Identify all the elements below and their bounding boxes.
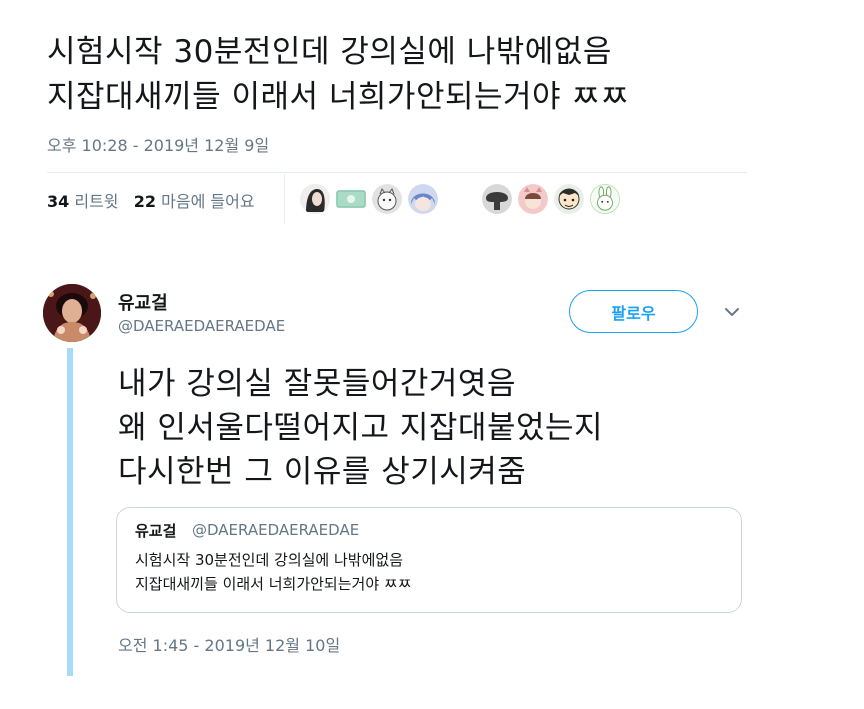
divider: [47, 172, 747, 173]
quote-author-handle: @DAERAEDAERAEDAE: [192, 521, 360, 539]
avatar[interactable]: [43, 284, 101, 342]
retweets-stat[interactable]: 34 리트윗: [47, 192, 119, 211]
reply-author-name[interactable]: 유교걸: [118, 289, 168, 315]
liker-avatar[interactable]: [372, 184, 402, 214]
liker-avatar[interactable]: [518, 184, 548, 214]
liker-avatars: [300, 184, 630, 216]
stats-divider: [284, 174, 285, 224]
tweet-text: 시험시작 30분전인데 강의실에 나밖에없음 지잡대새끼들 이래서 너희가안되는…: [47, 34, 630, 115]
avatar-image: [43, 284, 101, 342]
liker-avatar[interactable]: [554, 184, 584, 214]
quote-text: 시험시작 30분전인데 강의실에 나밖에없음 지잡대새끼들 이래서 너희가안되는…: [135, 551, 412, 593]
tweet-stats: 34 리트윗 22 마음에 들어요: [47, 188, 255, 212]
liker-avatar[interactable]: [336, 190, 366, 208]
likes-count: 22: [133, 192, 157, 211]
retweets-count: 34: [47, 192, 70, 211]
quote-author-name: 유교걸: [135, 522, 177, 540]
tweet-timestamp[interactable]: 오후 10:28 - 2019년 12월 9일: [47, 132, 269, 156]
chevron-down-icon[interactable]: [724, 306, 740, 318]
quoted-tweet[interactable]: 유교걸 @DAERAEDAERAEDAE 시험시작 30분전인데 강의실에 나밖…: [116, 507, 742, 613]
likes-stat[interactable]: 22 마음에 들어요: [134, 192, 255, 211]
liker-avatar[interactable]: [482, 184, 512, 214]
likes-label: 마음에 들어요: [156, 192, 255, 211]
reply-timestamp[interactable]: 오전 1:45 - 2019년 12월 10일: [118, 632, 340, 656]
liker-avatar[interactable]: [590, 184, 620, 214]
reply-author-handle[interactable]: @DAERAEDAERAEDAE: [118, 317, 285, 335]
reply-text: 내가 강의실 잘못들어간거엿음 왜 인서울다떨어지고 지잡대붙었는지 다시한번 …: [118, 366, 604, 490]
liker-avatar[interactable]: [300, 184, 330, 214]
follow-button[interactable]: 팔로우: [569, 290, 698, 333]
thread-line: [67, 348, 73, 676]
retweets-label: 리트윗: [69, 192, 119, 211]
liker-avatar[interactable]: [408, 184, 438, 214]
